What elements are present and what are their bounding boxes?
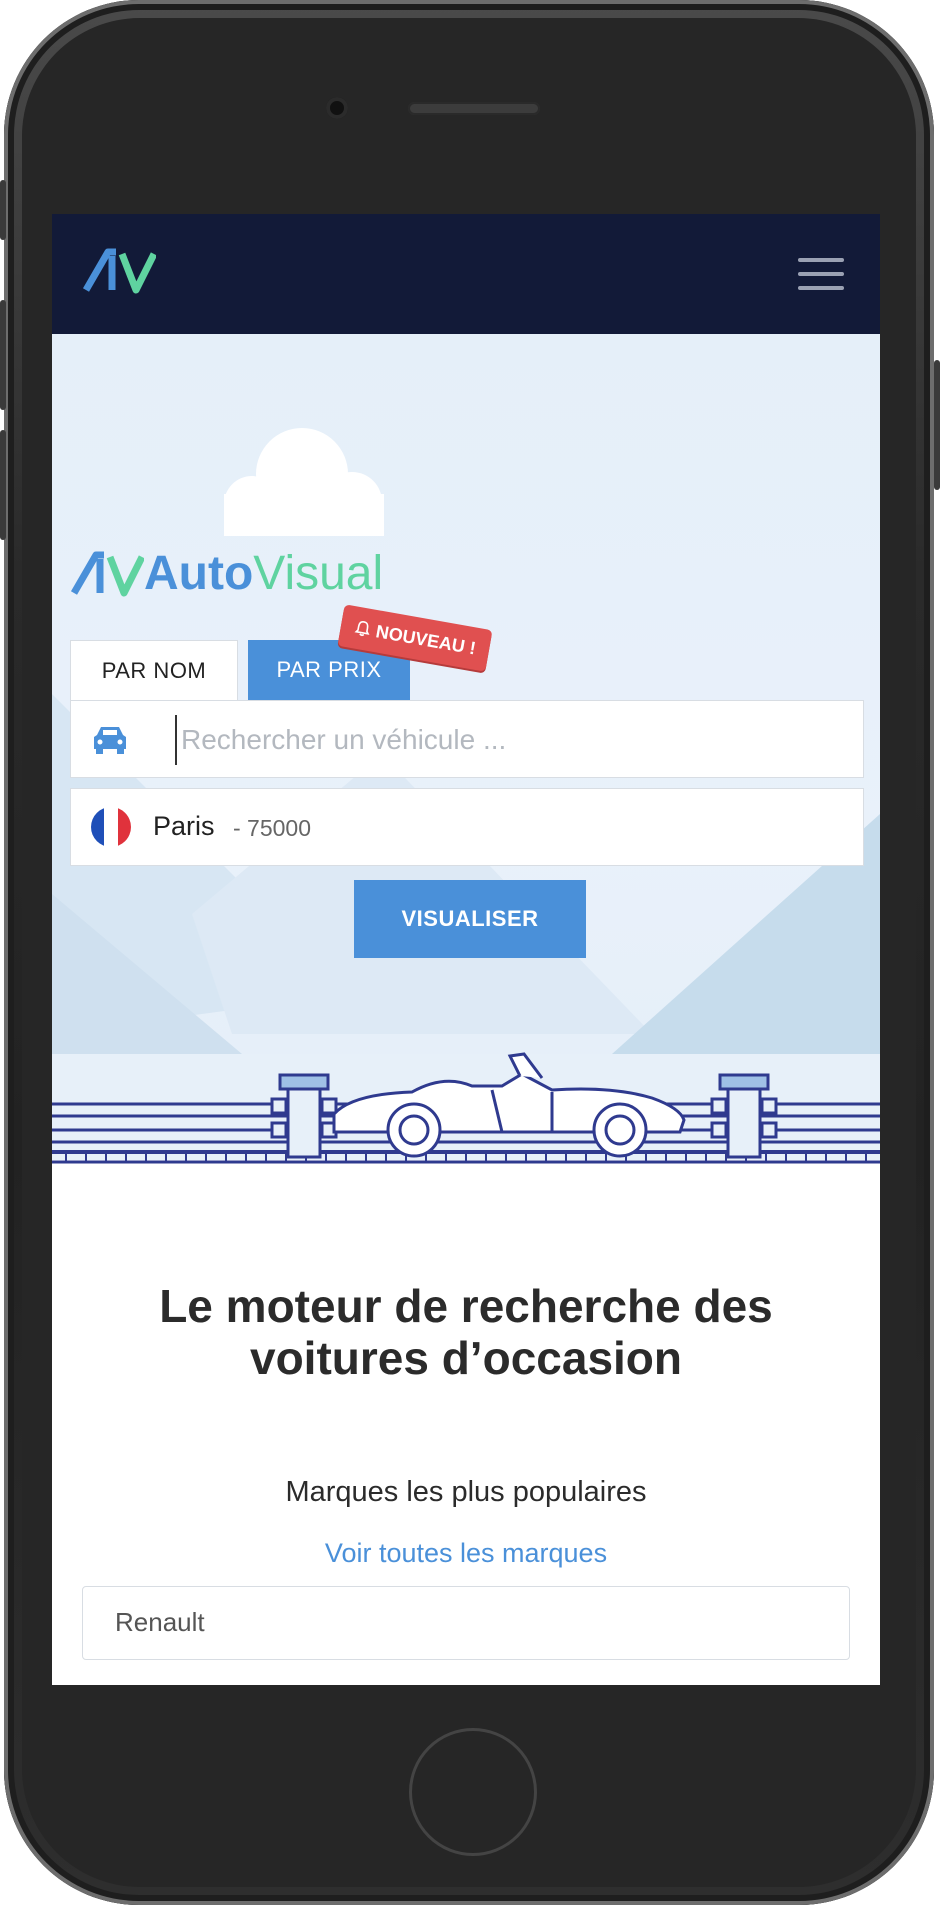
power-button — [934, 360, 940, 490]
front-camera — [326, 97, 348, 119]
location-field[interactable]: Paris - 75000 — [70, 788, 864, 866]
brand-auto-text: Auto — [144, 547, 254, 600]
vehicle-search-field[interactable] — [70, 700, 864, 778]
autovisual-brand-icon — [70, 551, 144, 597]
brand-visual-text: Visual — [253, 547, 384, 600]
autovisual-logo-icon[interactable] — [82, 246, 156, 296]
brand-wordmark: AutoVisual — [144, 547, 383, 601]
popular-brands-heading: Marques les plus populaires — [285, 1476, 647, 1508]
hamburger-menu-icon[interactable] — [798, 258, 844, 290]
earpiece-speaker — [408, 102, 540, 115]
vehicle-search-input[interactable] — [175, 715, 853, 765]
navbar — [52, 214, 880, 334]
city-name: Paris — [153, 811, 215, 841]
page-title-line2: voitures d’occasion — [249, 1332, 682, 1384]
city-zip: - 75000 — [233, 815, 312, 841]
page-title-line1: Le moteur de recherche des — [159, 1280, 773, 1332]
new-badge-label: NOUVEAU ! — [374, 620, 478, 659]
hero-section: AutoVisual PAR NOM PAR PRIX NOUVEAU ! Re… — [52, 334, 880, 1174]
home-button[interactable] — [409, 1728, 537, 1856]
mute-switch — [0, 180, 6, 240]
volume-down-button — [0, 430, 6, 540]
tab-par-nom[interactable]: PAR NOM — [70, 640, 238, 700]
phone-screen: AutoVisual PAR NOM PAR PRIX NOUVEAU ! Re… — [52, 214, 880, 1685]
page-title: Le moteur de recherche des voitures d’oc… — [52, 1280, 880, 1384]
france-flag-icon — [91, 807, 131, 847]
car-icon — [94, 727, 126, 754]
see-all-brands-link[interactable]: Voir toutes les marques — [52, 1538, 880, 1569]
brand-select[interactable]: Renault — [82, 1586, 850, 1660]
bell-icon — [354, 621, 370, 637]
visualiser-button[interactable]: VISUALISER — [354, 880, 586, 958]
volume-up-button — [0, 300, 6, 410]
